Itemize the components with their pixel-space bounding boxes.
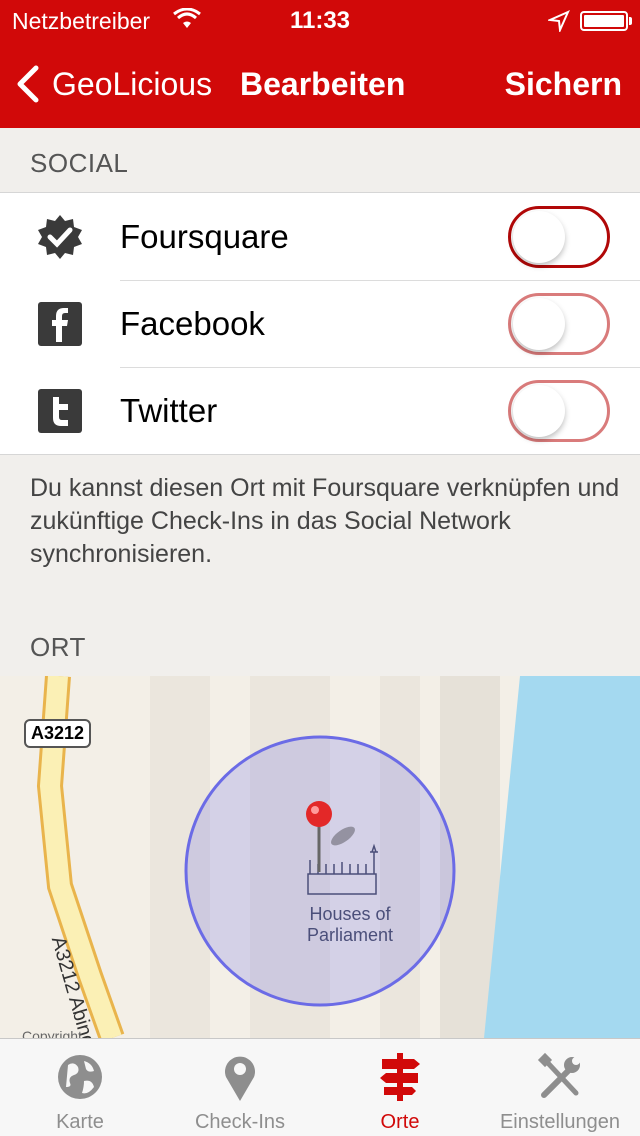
facebook-icon bbox=[38, 302, 82, 346]
list-item-twitter: Twitter bbox=[0, 367, 640, 454]
navigation-bar: Netzbetreiber 11:33 GeoLicious Bearbeite… bbox=[0, 0, 640, 128]
twitter-label: Twitter bbox=[120, 391, 218, 429]
save-button[interactable]: Sichern bbox=[505, 66, 622, 103]
tab-karte-label: Karte bbox=[56, 1111, 104, 1133]
globe-icon bbox=[58, 1055, 102, 1099]
signpost-icon bbox=[380, 1053, 420, 1101]
foursquare-label: Foursquare bbox=[120, 217, 289, 255]
tab-einstellungen-label: Einstellungen bbox=[499, 1111, 621, 1133]
map-canvas bbox=[0, 676, 640, 1038]
twitter-icon bbox=[38, 389, 82, 433]
tab-einstellungen[interactable]: Einstellungen bbox=[480, 1039, 640, 1136]
list-item-facebook: Facebook bbox=[0, 280, 640, 367]
battery-icon bbox=[580, 11, 632, 31]
clock: 11:33 bbox=[289, 7, 351, 34]
twitter-toggle[interactable] bbox=[508, 380, 610, 442]
section-header-social: SOCIAL bbox=[30, 148, 129, 178]
map-pin-icon bbox=[225, 1056, 255, 1101]
facebook-label: Facebook bbox=[120, 304, 265, 342]
location-map[interactable]: A3212 A3212 Abing Houses of Parliament C… bbox=[0, 676, 640, 1038]
back-button-label: GeoLicious bbox=[52, 65, 213, 102]
back-button[interactable]: GeoLicious bbox=[14, 62, 212, 106]
tab-orte-label: Orte bbox=[380, 1111, 420, 1133]
road-shield: A3212 bbox=[24, 719, 92, 748]
tab-karte[interactable]: Karte bbox=[0, 1039, 160, 1136]
page-title: Bearbeiten bbox=[240, 66, 406, 102]
foursquare-toggle[interactable] bbox=[508, 206, 610, 268]
tab-check-ins[interactable]: Check-Ins bbox=[160, 1039, 320, 1136]
tools-icon bbox=[537, 1052, 580, 1098]
list-item-foursquare: Foursquare bbox=[0, 193, 640, 280]
location-arrow-icon bbox=[548, 10, 570, 32]
chevron-left-icon bbox=[17, 65, 39, 103]
status-bar: Netzbetreiber 11:33 bbox=[0, 0, 640, 40]
social-list: Foursquare Facebook Twitter bbox=[0, 192, 640, 455]
tab-orte[interactable]: Orte bbox=[320, 1039, 480, 1136]
foursquare-icon bbox=[38, 215, 82, 259]
poi-label-line1: Houses of bbox=[309, 904, 391, 924]
section-header-location: ORT bbox=[30, 632, 86, 662]
tab-check-ins-label: Check-Ins bbox=[194, 1111, 286, 1133]
social-footnote: Du kannst diesen Ort mit Foursquare verk… bbox=[30, 474, 620, 568]
poi-label: Houses of Parliament bbox=[280, 904, 420, 946]
facebook-toggle[interactable] bbox=[508, 293, 610, 355]
poi-label-line2: Parliament bbox=[306, 925, 394, 945]
map-copyright: Copyright bbox=[22, 1028, 82, 1038]
tab-bar: Karte Check-Ins Orte Einstellungen bbox=[0, 1038, 640, 1136]
